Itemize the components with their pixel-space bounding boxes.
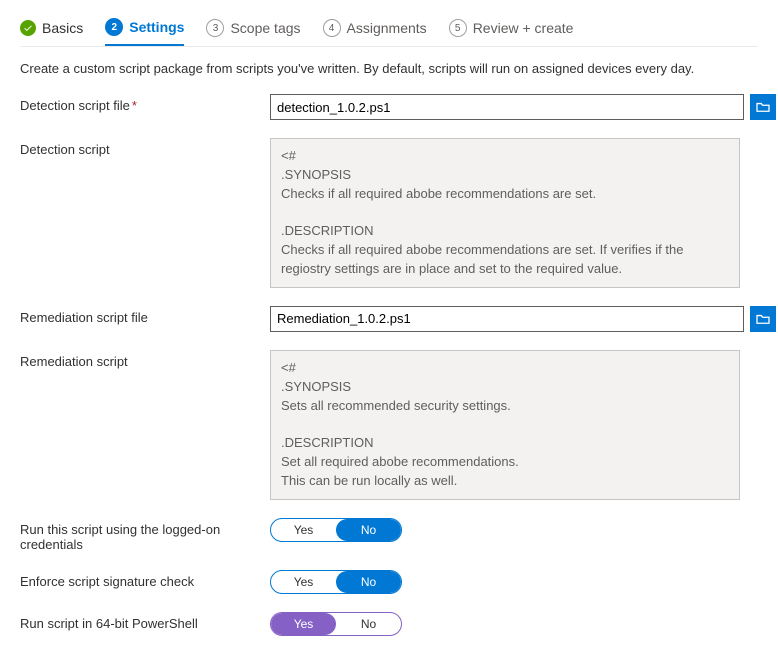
toggle-no[interactable]: No xyxy=(336,613,401,635)
check-icon xyxy=(20,20,36,36)
toggle-no[interactable]: No xyxy=(336,571,401,593)
detection-file-input[interactable] xyxy=(270,94,744,120)
step-number: 5 xyxy=(449,19,467,37)
step-basics[interactable]: Basics xyxy=(20,20,83,44)
folder-icon xyxy=(756,101,770,113)
enforce-signature-toggle[interactable]: Yes No xyxy=(270,570,402,594)
detection-file-label: Detection script file* xyxy=(20,94,270,113)
detection-script-label: Detection script xyxy=(20,138,270,157)
step-label: Settings xyxy=(129,19,184,35)
remediation-file-label: Remediation script file xyxy=(20,306,270,325)
step-assignments[interactable]: 4 Assignments xyxy=(323,19,427,45)
run-logged-on-label: Run this script using the logged-on cred… xyxy=(20,518,270,552)
toggle-yes[interactable]: Yes xyxy=(271,571,336,593)
wizard-stepper: Basics 2 Settings 3 Scope tags 4 Assignm… xyxy=(20,18,758,47)
step-number: 4 xyxy=(323,19,341,37)
step-scope-tags[interactable]: 3 Scope tags xyxy=(206,19,300,45)
step-label: Review + create xyxy=(473,20,574,36)
run-logged-on-toggle[interactable]: Yes No xyxy=(270,518,402,542)
run-64bit-label: Run script in 64-bit PowerShell xyxy=(20,612,270,631)
toggle-yes[interactable]: Yes xyxy=(271,613,336,635)
step-label: Assignments xyxy=(347,20,427,36)
remediation-file-browse-button[interactable] xyxy=(750,306,776,332)
run-64bit-toggle[interactable]: Yes No xyxy=(270,612,402,636)
remediation-file-input[interactable] xyxy=(270,306,744,332)
enforce-signature-label: Enforce script signature check xyxy=(20,570,270,589)
step-number: 2 xyxy=(105,18,123,36)
remediation-script-preview: <# .SYNOPSIS Sets all recommended securi… xyxy=(270,350,740,500)
step-label: Scope tags xyxy=(230,20,300,36)
step-label: Basics xyxy=(42,20,83,36)
step-settings[interactable]: 2 Settings xyxy=(105,18,184,46)
toggle-no[interactable]: No xyxy=(336,519,401,541)
folder-icon xyxy=(756,313,770,325)
step-number: 3 xyxy=(206,19,224,37)
detection-script-preview: <# .SYNOPSIS Checks if all required abob… xyxy=(270,138,740,288)
detection-file-browse-button[interactable] xyxy=(750,94,776,120)
step-review-create[interactable]: 5 Review + create xyxy=(449,19,574,45)
remediation-script-label: Remediation script xyxy=(20,350,270,369)
toggle-yes[interactable]: Yes xyxy=(271,519,336,541)
intro-text: Create a custom script package from scri… xyxy=(20,61,758,76)
